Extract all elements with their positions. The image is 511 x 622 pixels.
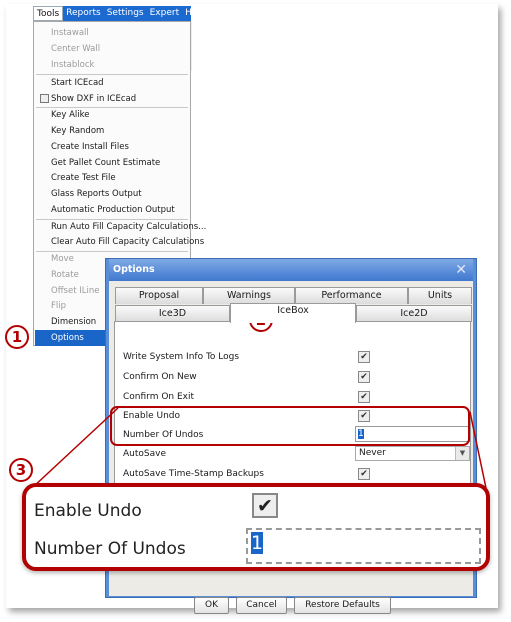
connector-line-left <box>31 407 119 489</box>
callout-label-enable-undo: Enable Undo <box>34 501 142 521</box>
zoom-callout: Enable Undo ✔ Number Of Undos 1 <box>22 483 490 571</box>
callout-checkbox-enable-undo: ✔ <box>252 493 278 518</box>
callout-label-number-of-undos: Number Of Undos <box>34 539 186 559</box>
callout-number-of-undos-input: 1 <box>246 528 481 564</box>
connector-line-right <box>469 411 487 489</box>
step-marker-1: 1 <box>5 325 29 349</box>
step-marker-3: 3 <box>9 458 33 482</box>
tab-icebox[interactable]: IceBox <box>230 303 356 323</box>
